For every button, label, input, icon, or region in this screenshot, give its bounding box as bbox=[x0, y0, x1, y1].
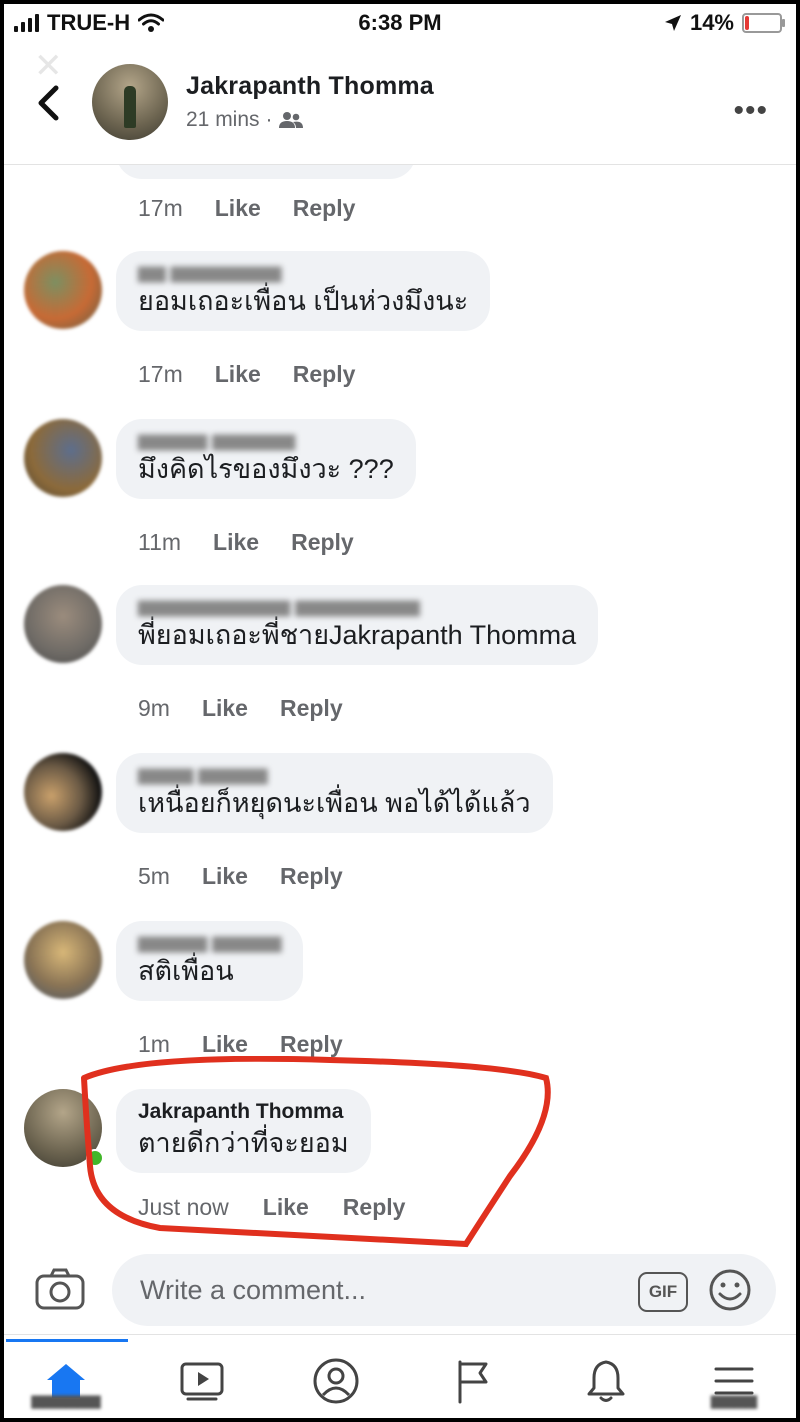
comment-bubble[interactable]: ▆▆▆▆▆▆▆▆▆▆▆ ▆▆▆▆▆▆▆▆▆ พี่ยอมเถอะพี่ชายJa… bbox=[116, 585, 599, 665]
active-tab-indicator bbox=[6, 1339, 128, 1342]
reply-link[interactable]: Reply bbox=[280, 863, 343, 890]
post-meta: 21 mins · bbox=[186, 108, 303, 132]
bottom-tab-bar: ▆▆▆▆▆▆ ▆▆▆▆ bbox=[4, 1334, 796, 1418]
back-chevron-icon bbox=[38, 85, 59, 121]
reply-link[interactable]: Reply bbox=[291, 529, 354, 556]
comment-actions: 17m Like Reply bbox=[138, 195, 355, 222]
emoji-button[interactable] bbox=[708, 1268, 752, 1312]
tab-notifications[interactable] bbox=[576, 1351, 636, 1411]
profile-icon bbox=[313, 1358, 359, 1404]
comment-author[interactable]: Jakrapanth Thomma bbox=[138, 1099, 349, 1125]
reply-link[interactable]: Reply bbox=[343, 1194, 406, 1221]
tab-watch[interactable] bbox=[172, 1351, 232, 1411]
comment-time[interactable]: 5m bbox=[138, 863, 170, 890]
tab-label: ▆▆▆▆ bbox=[710, 1392, 758, 1409]
camera-button[interactable] bbox=[34, 1266, 86, 1312]
poster-name[interactable]: Jakrapanth Thomma bbox=[186, 72, 434, 101]
battery-percent: 14% bbox=[689, 10, 734, 35]
comment-text: ยอมเถอะเพื่อน เป็นห่วงมึงนะ bbox=[138, 286, 469, 316]
comment-author[interactable]: ▆▆▆▆ ▆▆▆▆▆ bbox=[138, 763, 531, 785]
online-status-dot bbox=[86, 1149, 104, 1167]
commenter-avatar[interactable] bbox=[24, 753, 102, 831]
comment-text: เหนื่อยก็หยุดนะเพื่อน พอได้ได้แล้ว bbox=[138, 788, 531, 818]
battery-icon bbox=[742, 13, 785, 33]
comment-actions: 1m Like Reply bbox=[138, 1031, 343, 1058]
tab-label: ▆▆▆▆▆▆ bbox=[31, 1392, 101, 1409]
commenter-avatar[interactable] bbox=[24, 921, 102, 999]
comment-time[interactable]: 1m bbox=[138, 1031, 170, 1058]
comment-actions: 17m Like Reply bbox=[138, 361, 355, 388]
comment-actions: 9m Like Reply bbox=[138, 695, 343, 722]
like-link[interactable]: Like bbox=[202, 1031, 248, 1058]
notifications-bell-icon bbox=[587, 1360, 625, 1402]
comment-composer: GIF bbox=[4, 1244, 796, 1334]
commenter-avatar[interactable] bbox=[24, 419, 102, 497]
more-dots-icon: ••• bbox=[733, 94, 768, 127]
comment-bubble[interactable] bbox=[116, 165, 416, 179]
location-arrow-icon bbox=[664, 15, 681, 31]
comment-time[interactable]: Just now bbox=[138, 1194, 229, 1221]
status-bar: TRUE-H 6:38 PM 14% bbox=[4, 4, 796, 40]
comment-time[interactable]: 11m bbox=[138, 529, 181, 556]
like-link[interactable]: Like bbox=[202, 863, 248, 890]
avatar-figure bbox=[124, 86, 136, 128]
comment-author[interactable]: ▆▆▆▆▆▆▆▆▆▆▆ ▆▆▆▆▆▆▆▆▆ bbox=[138, 595, 576, 617]
watch-video-icon bbox=[180, 1362, 224, 1401]
pages-flag-icon bbox=[458, 1360, 488, 1404]
reply-link[interactable]: Reply bbox=[293, 195, 356, 222]
battery-fill bbox=[745, 16, 749, 30]
comment-actions: Just now Like Reply bbox=[138, 1194, 405, 1221]
back-button[interactable] bbox=[30, 80, 70, 126]
comment-bubble[interactable]: ▆▆▆▆▆ ▆▆▆▆▆ สติเพื่อน bbox=[116, 921, 304, 1001]
reply-link[interactable]: Reply bbox=[293, 361, 356, 388]
comment-actions: 5m Like Reply bbox=[138, 863, 343, 890]
app-screen: TRUE-H 6:38 PM 14% ✕ Jakrapanth Thomma 2… bbox=[4, 4, 796, 1418]
comment-author[interactable]: ▆▆▆▆▆ ▆▆▆▆▆ bbox=[138, 931, 281, 953]
poster-avatar[interactable] bbox=[92, 64, 168, 140]
comments-list[interactable]: 17m Like Reply ▆▆ ▆▆▆▆▆▆▆▆ ยอมเถอะเพื่อน… bbox=[4, 165, 796, 1235]
comment-time[interactable]: 17m bbox=[138, 195, 183, 222]
comment-text: สติเพื่อน bbox=[138, 956, 234, 986]
emoji-icon bbox=[709, 1269, 751, 1311]
like-link[interactable]: Like bbox=[213, 529, 259, 556]
friends-audience-icon bbox=[278, 112, 303, 128]
tab-menu[interactable]: ▆▆▆▆ bbox=[704, 1351, 764, 1411]
comment-actions: 11m Like Reply bbox=[138, 529, 354, 556]
comment-author[interactable]: ▆▆ ▆▆▆▆▆▆▆▆ bbox=[138, 261, 468, 283]
commenter-avatar[interactable] bbox=[24, 585, 102, 663]
comment-text: มึงคิดไรของมึงวะ ??? bbox=[138, 454, 394, 484]
tab-pages[interactable] bbox=[442, 1351, 502, 1411]
comment-bubble[interactable]: ▆▆ ▆▆▆▆▆▆▆▆ ยอมเถอะเพื่อน เป็นห่วงมึงนะ bbox=[116, 251, 491, 331]
gif-button[interactable]: GIF bbox=[638, 1272, 688, 1312]
like-link[interactable]: Like bbox=[202, 695, 248, 722]
commenter-avatar[interactable] bbox=[24, 251, 102, 329]
post-time[interactable]: 21 mins bbox=[186, 108, 260, 132]
reply-link[interactable]: Reply bbox=[280, 695, 343, 722]
comment-bubble[interactable]: ▆▆▆▆ ▆▆▆▆▆ เหนื่อยก็หยุดนะเพื่อน พอได้ได… bbox=[116, 753, 553, 833]
tab-profile[interactable] bbox=[306, 1351, 366, 1411]
comment-bubble[interactable]: Jakrapanth Thomma ตายดีกว่าที่จะยอม bbox=[116, 1089, 371, 1173]
comment-text: พี่ยอมเถอะพี่ชายJakrapanth Thomma bbox=[138, 620, 577, 650]
like-link[interactable]: Like bbox=[215, 195, 261, 222]
comment-author[interactable]: ▆▆▆▆▆ ▆▆▆▆▆▆ bbox=[138, 429, 394, 451]
like-link[interactable]: Like bbox=[215, 361, 261, 388]
meta-separator: · bbox=[265, 108, 273, 131]
comment-text: ตายดีกว่าที่จะยอม bbox=[138, 1128, 349, 1158]
status-right: 14% bbox=[664, 10, 785, 36]
post-header: ✕ Jakrapanth Thomma 21 mins · ••• bbox=[4, 47, 796, 165]
tab-home[interactable]: ▆▆▆▆▆▆ bbox=[31, 1351, 101, 1411]
like-link[interactable]: Like bbox=[263, 1194, 309, 1221]
comment-time[interactable]: 9m bbox=[138, 695, 170, 722]
comment-bubble[interactable]: ▆▆▆▆▆ ▆▆▆▆▆▆ มึงคิดไรของมึงวะ ??? bbox=[116, 419, 416, 499]
reply-link[interactable]: Reply bbox=[280, 1031, 343, 1058]
camera-icon bbox=[35, 1268, 85, 1310]
more-options-button[interactable]: ••• bbox=[733, 94, 768, 128]
comment-time[interactable]: 17m bbox=[138, 361, 183, 388]
